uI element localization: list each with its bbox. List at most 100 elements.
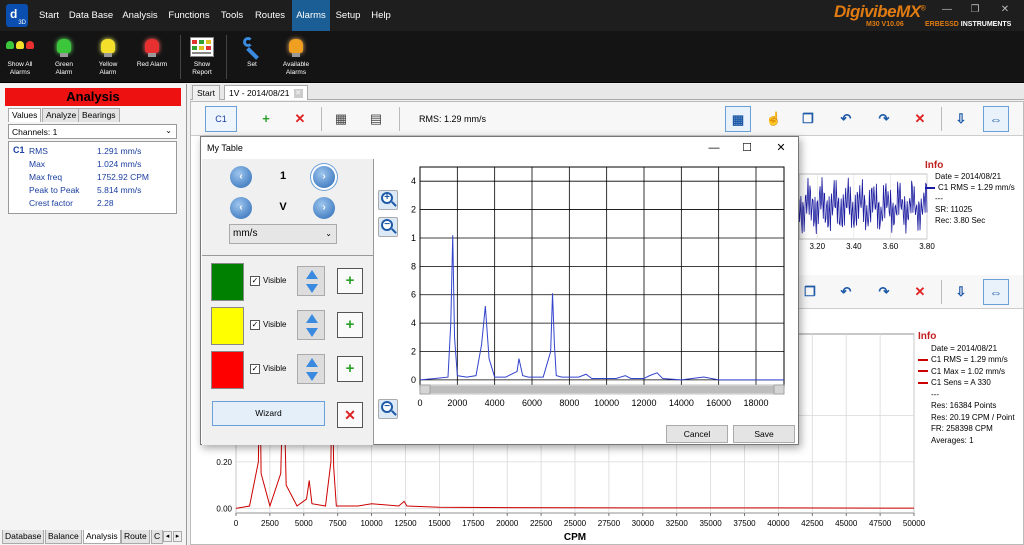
pointer-icon[interactable]: ☝ xyxy=(761,106,787,132)
channels-select[interactable]: Channels: 1 ⌄ xyxy=(8,124,177,139)
tab-values[interactable]: Values xyxy=(8,108,42,122)
zoom-reset-icon[interactable]: − xyxy=(378,399,398,419)
copy-icon[interactable]: ❐ xyxy=(795,106,821,132)
doc-tab-record[interactable]: 1V - 2014/08/21 ✕ xyxy=(224,85,308,100)
menu-setup[interactable]: Setup xyxy=(332,0,364,31)
x-tick-label: 15000 xyxy=(428,519,451,528)
chevron-down-icon: ⌄ xyxy=(165,126,172,135)
units-select[interactable]: mm/s ⌄ xyxy=(229,224,337,244)
redo-icon[interactable]: ↷ xyxy=(871,106,897,132)
add-alarm-button[interactable]: + xyxy=(337,356,363,382)
my-table-dialog: My Table — ☐ ✕ ‹ 1 › ‹ V › mm/s ⌄ ✓ Visi… xyxy=(200,136,799,445)
waveform-info: Info Date = 2014/08/21 C1 RMS = 1.29 mm/… xyxy=(925,160,1024,226)
alarm-preview-plot[interactable]: 0 2000 4000 6000 8000 10000 12000 14000 16000 180… xyxy=(411,159,798,417)
fit-view-icon[interactable]: ⇔ xyxy=(983,106,1009,132)
green-alarm-button[interactable]: Green Alarm xyxy=(46,35,82,81)
export-icon[interactable]: ⇩ xyxy=(948,106,974,132)
undo-icon[interactable]: ↶ xyxy=(833,106,859,132)
add-alarm-button[interactable]: + xyxy=(337,312,363,338)
delete-alarm-button[interactable]: ✕ xyxy=(337,402,363,428)
tab-scroll-left-icon[interactable]: ◂ xyxy=(163,531,172,542)
x-tick-label: 6000 xyxy=(522,398,542,408)
cancel-button[interactable]: Cancel xyxy=(666,425,728,443)
maximize-icon[interactable]: ☐ xyxy=(738,140,756,156)
grid-settings-icon[interactable]: ▦ xyxy=(328,106,354,132)
doc-tab-start[interactable]: Start xyxy=(192,85,220,100)
green-alarm-label-2: Alarm xyxy=(55,69,73,76)
chevron-right-icon[interactable]: › xyxy=(313,197,335,219)
x-tick-label: 3.40 xyxy=(846,242,862,250)
redo-icon[interactable]: ↷ xyxy=(871,279,897,305)
close-icon[interactable]: ✕ xyxy=(998,4,1012,16)
channel-button[interactable]: C1 xyxy=(205,106,237,132)
level-stepper[interactable] xyxy=(297,354,325,384)
show-all-alarms-button[interactable]: Show All Alarms xyxy=(2,35,38,81)
level-stepper[interactable] xyxy=(297,310,325,340)
table-view-icon[interactable]: ▦ xyxy=(725,106,751,132)
graph-settings-icon[interactable]: ▤ xyxy=(363,106,389,132)
copy-icon[interactable]: ❐ xyxy=(797,279,823,305)
bottom-tab-route[interactable]: Route xyxy=(121,530,150,544)
red-alarm-label-1: Red Alarm xyxy=(136,61,168,68)
show-report-label-1: Show xyxy=(193,61,211,68)
add-icon[interactable]: + xyxy=(253,106,279,132)
brand-name: DigivibeMX xyxy=(834,2,921,21)
set-button[interactable]: Set xyxy=(236,35,268,81)
menu-help[interactable]: Help xyxy=(366,0,396,31)
level-stepper[interactable] xyxy=(297,266,325,296)
alarm-lights-icon xyxy=(5,35,35,59)
info-line: --- xyxy=(935,194,943,203)
zoom-out-icon[interactable]: − xyxy=(378,217,398,237)
tab-analyze[interactable]: Analyze xyxy=(42,108,81,122)
visible-checkbox[interactable]: ✓ xyxy=(250,320,260,330)
tab-scroll-right-icon[interactable]: ▸ xyxy=(173,531,182,542)
chevron-right-icon[interactable]: › xyxy=(313,166,335,188)
minimize-icon[interactable]: — xyxy=(940,4,954,16)
save-button[interactable]: Save xyxy=(733,425,795,443)
wizard-button[interactable]: Wizard xyxy=(212,401,325,426)
export-icon[interactable]: ⇩ xyxy=(948,279,974,305)
visible-checkbox[interactable]: ✓ xyxy=(250,276,260,286)
clear-icon[interactable]: ✕ xyxy=(907,106,933,132)
menu-tools[interactable]: Tools xyxy=(216,0,248,31)
dialog-titlebar[interactable]: My Table — ☐ ✕ xyxy=(201,137,798,159)
bottom-tab-analysis[interactable]: Analysis xyxy=(83,530,121,544)
clear-icon[interactable]: ✕ xyxy=(907,279,933,305)
app-logo-icon[interactable]: d 3D xyxy=(6,4,28,27)
wrench-icon xyxy=(239,35,265,60)
menu-alarms[interactable]: Alarms xyxy=(292,0,330,31)
close-icon[interactable]: ✕ xyxy=(772,140,790,156)
close-tab-icon[interactable]: ✕ xyxy=(293,89,303,99)
fit-view-icon[interactable]: ⇔ xyxy=(983,279,1009,305)
alarm-color-swatch[interactable] xyxy=(211,307,244,345)
chevron-left-icon[interactable]: ‹ xyxy=(230,197,252,219)
zoom-in-icon[interactable]: + xyxy=(378,190,398,210)
menu-database[interactable]: Data Base xyxy=(66,0,116,31)
delete-icon[interactable]: ✕ xyxy=(287,106,313,132)
undo-icon[interactable]: ↶ xyxy=(833,279,859,305)
available-alarms-button[interactable]: Available Alarms xyxy=(276,35,316,81)
waveform-plot[interactable]: 3.20 3.40 3.60 3.80 xyxy=(797,144,935,250)
show-report-button[interactable]: Show Report xyxy=(186,35,218,81)
bottom-tab-more[interactable]: C xyxy=(151,530,164,544)
alarm-color-swatch[interactable] xyxy=(211,351,244,389)
minimize-icon[interactable]: — xyxy=(705,140,723,156)
tab-bearings[interactable]: Bearings xyxy=(78,108,120,122)
x-tick-label: 7500 xyxy=(329,519,347,528)
bottom-tab-balance[interactable]: Balance xyxy=(45,530,82,544)
menu-analysis[interactable]: Analysis xyxy=(118,0,162,31)
bottom-tab-database[interactable]: Database xyxy=(2,530,45,544)
add-alarm-button[interactable]: + xyxy=(337,268,363,294)
restore-icon[interactable]: ❐ xyxy=(968,4,982,16)
chevron-left-icon[interactable]: ‹ xyxy=(230,166,252,188)
menu-routes[interactable]: Routes xyxy=(250,0,290,31)
menu-functions[interactable]: Functions xyxy=(164,0,214,31)
menu-start[interactable]: Start xyxy=(34,0,64,31)
yellow-alarm-button[interactable]: Yellow Alarm xyxy=(90,35,126,81)
arrow-up-icon xyxy=(306,314,318,323)
alarm-color-swatch[interactable] xyxy=(211,263,244,301)
arrow-up-icon xyxy=(306,358,318,367)
visible-checkbox[interactable]: ✓ xyxy=(250,364,260,374)
x-tick-label: 42500 xyxy=(801,519,824,528)
red-alarm-button[interactable]: Red Alarm xyxy=(134,35,170,81)
